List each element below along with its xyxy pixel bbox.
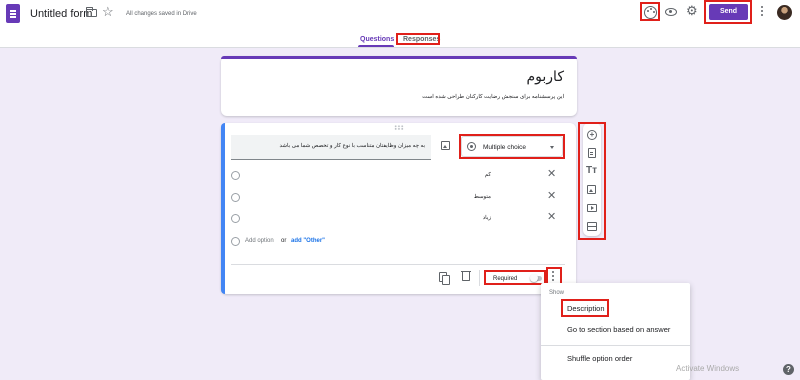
activate-windows-watermark: Activate Windows	[676, 364, 740, 373]
question-title-field[interactable]: به چه میزان وظایفتان متناسب با نوع کار و…	[231, 135, 431, 160]
option-radio	[231, 193, 240, 202]
tab-responses[interactable]: Responses	[403, 36, 440, 43]
menu-item-description[interactable]: Description	[567, 304, 605, 313]
option-label[interactable]: کم	[485, 172, 491, 178]
add-option-link[interactable]: Add option	[245, 238, 274, 244]
or-text: or	[281, 238, 287, 244]
add-other-link[interactable]: add "Other"	[291, 238, 325, 244]
save-status: All changes saved in Drive	[126, 11, 197, 17]
copy-icon[interactable]	[439, 272, 450, 285]
required-label: Required	[493, 276, 518, 282]
active-tab-indicator	[358, 45, 394, 47]
image-icon[interactable]	[441, 141, 450, 150]
menu-item-shuffle[interactable]: Shuffle option order	[567, 354, 632, 363]
tab-questions[interactable]: Questions	[360, 36, 394, 43]
image-icon[interactable]	[587, 185, 596, 194]
close-icon[interactable]: ✕	[547, 212, 556, 223]
close-icon[interactable]: ✕	[547, 169, 556, 180]
tab-strip	[0, 30, 800, 48]
section-icon[interactable]	[587, 222, 597, 231]
required-toggle-thumb[interactable]	[530, 274, 538, 282]
import-icon[interactable]	[588, 148, 596, 158]
folder-icon[interactable]	[85, 7, 97, 17]
form-name[interactable]: Untitled form	[30, 8, 92, 20]
option-label[interactable]: متوسط	[474, 194, 491, 200]
palette-icon[interactable]	[644, 6, 657, 19]
form-header-accent	[221, 56, 577, 59]
top-bar	[0, 0, 800, 30]
more-options-icon[interactable]	[552, 271, 555, 283]
help-icon[interactable]: ?	[783, 364, 794, 375]
form-description[interactable]: این پرسشنامه برای سنجش رضایت کارکنان طرا…	[422, 94, 564, 100]
avatar[interactable]	[777, 5, 792, 20]
add-circle-icon[interactable]: +	[587, 130, 597, 140]
question-type-label: Multiple choice	[483, 144, 526, 151]
eye-icon[interactable]	[665, 8, 677, 16]
menu-header: Show	[549, 290, 565, 296]
question-focus-bar	[221, 123, 225, 294]
video-icon[interactable]	[587, 204, 597, 212]
forms-app-icon[interactable]	[6, 4, 20, 23]
footer-vertical-divider	[479, 270, 480, 286]
footer-divider	[231, 264, 565, 265]
star-icon[interactable]: ☆	[102, 5, 114, 18]
option-radio	[231, 171, 240, 180]
option-radio	[231, 214, 240, 223]
text-icon[interactable]: Tт	[586, 166, 597, 176]
menu-divider	[541, 345, 690, 346]
menu-item-go-to-section[interactable]: Go to section based on answer	[567, 325, 670, 334]
radio-icon	[467, 142, 476, 151]
option-radio	[231, 237, 240, 246]
question-title: به چه میزان وظایفتان متناسب با نوع کار و…	[279, 143, 425, 149]
gear-icon[interactable]: ⚙	[686, 4, 698, 17]
trash-icon[interactable]	[460, 270, 471, 281]
form-header-card: کاربوم این پرسشنامه برای سنجش رضایت کارک…	[221, 56, 577, 116]
option-label[interactable]: زیاد	[483, 215, 491, 221]
drag-handle-icon[interactable]	[394, 125, 404, 130]
more-vert-icon[interactable]	[761, 6, 764, 18]
close-icon[interactable]: ✕	[547, 191, 556, 202]
form-title[interactable]: کاربوم	[527, 68, 565, 85]
question-type-select[interactable]: Multiple choice	[461, 136, 563, 157]
caret-down-icon	[550, 146, 554, 149]
send-button[interactable]: Send	[709, 4, 748, 20]
